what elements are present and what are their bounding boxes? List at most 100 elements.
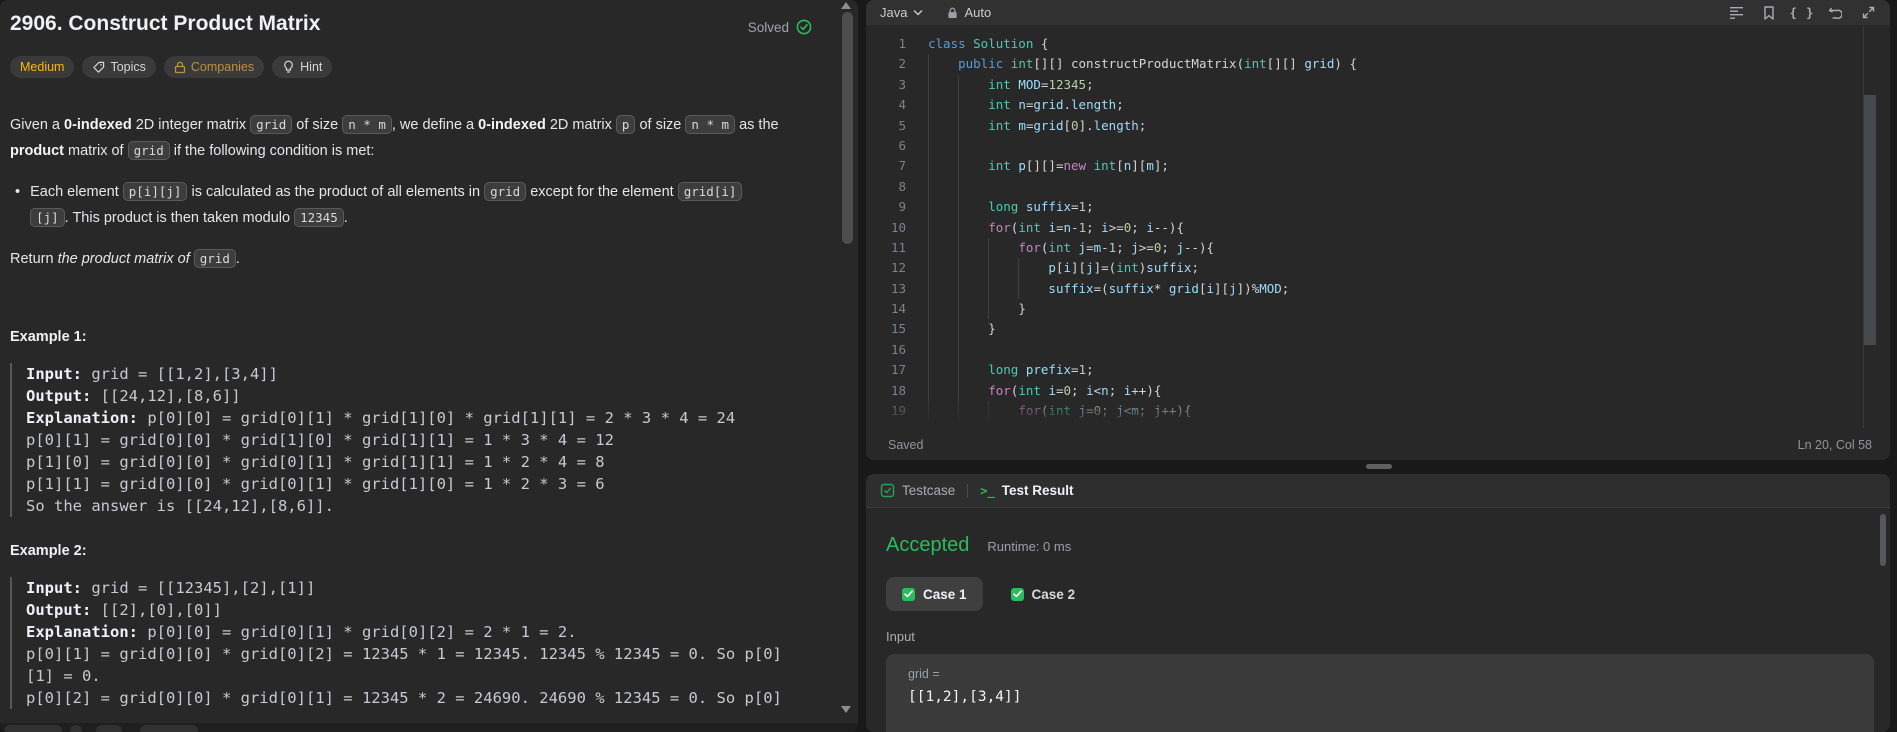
- lightbulb-icon: [282, 60, 295, 74]
- example-heading: Example 2:: [10, 543, 87, 559]
- indent-guide: [928, 237, 929, 259]
- badge-row: Medium Topics Companies Hint: [10, 56, 333, 78]
- tab-test-result[interactable]: >_ Test Result: [980, 483, 1073, 498]
- line-number: 4: [898, 97, 906, 113]
- code-line: 9 long suffix=1;: [866, 197, 1890, 218]
- line-number: 1: [898, 36, 906, 51]
- line-number: 2: [898, 56, 906, 72]
- code-line: 13 suffix=(suffix* grid[i][j])%MOD;: [866, 278, 1890, 300]
- testcase-check-icon: [880, 483, 895, 498]
- code-area[interactable]: 1 class Solution { 2 public int[][] constr…: [866, 34, 1890, 422]
- line-number: 14: [890, 301, 906, 317]
- code-text: long suffix=1;: [928, 197, 1094, 218]
- test-panel-scrollbar-thumb[interactable]: [1880, 514, 1886, 566]
- bottom-bar-button[interactable]: [96, 725, 122, 732]
- case-button-2[interactable]: Case 2: [995, 577, 1092, 611]
- code-line: 2 public int[][] constructProductMatrix(…: [866, 54, 1890, 75]
- line-number: 7: [898, 158, 906, 174]
- expand-icon[interactable]: [1860, 5, 1876, 21]
- scrollbar-up-arrow[interactable]: [841, 2, 851, 9]
- indent-guide: [928, 156, 929, 177]
- editor-scrollbar-thumb[interactable]: [1864, 95, 1876, 345]
- input-label: Input: [886, 629, 915, 644]
- input-box[interactable]: grid = [[1,2],[3,4]]: [886, 654, 1874, 732]
- problem-scrollbar-thumb[interactable]: [842, 12, 853, 244]
- code-editor-panel: Java Auto {} 1 class Solution {2 publi…: [866, 0, 1890, 460]
- test-result-body: Accepted Runtime: 0 ms Case 1 Case 2 Inpu…: [866, 508, 1890, 732]
- companies-label: Companies: [190, 60, 255, 74]
- hint-button[interactable]: Hint: [272, 56, 333, 78]
- solved-label: Solved: [747, 19, 789, 35]
- examples-section: Example 1: Input: grid = [[1,2],[3,4]] Ou…: [10, 329, 850, 709]
- line-number: 17: [890, 362, 906, 378]
- code-line: 12 p[i][j]=(int)suffix;: [866, 258, 1890, 279]
- indent-guide: [958, 278, 960, 300]
- indent-guide: [958, 95, 960, 116]
- bottom-bar-button[interactable]: [140, 725, 198, 732]
- code-line: 3 int MOD=12345;: [866, 74, 1890, 96]
- code-line: 1 class Solution {: [866, 34, 1890, 54]
- code-text: for(int i=n-1; i>=0; i--){: [928, 217, 1184, 238]
- panel-resize-handle[interactable]: [1366, 464, 1392, 469]
- code-text: class Solution {: [928, 36, 1049, 51]
- tab-testcase-label: Testcase: [902, 483, 956, 498]
- undo-icon[interactable]: [1827, 5, 1843, 21]
- inline-code-chip: grid: [127, 141, 170, 160]
- line-number: 9: [898, 199, 906, 215]
- line-number: 8: [898, 178, 906, 194]
- code-line: 15 }: [866, 319, 1890, 340]
- code-line: 16: [866, 339, 1890, 361]
- difficulty-label: Medium: [20, 60, 65, 74]
- tab-divider: [967, 483, 969, 498]
- editor-toolbar: Java Auto {}: [866, 0, 1890, 25]
- bottom-bar-button[interactable]: [70, 725, 82, 732]
- tab-test-result-label: Test Result: [1001, 483, 1074, 498]
- code-text: int p[][]=new int[n][m];: [928, 156, 1169, 177]
- runtime-info: Runtime: 0 ms: [987, 539, 1072, 554]
- tab-testcase[interactable]: Testcase: [880, 483, 955, 498]
- companies-button[interactable]: Companies: [163, 56, 265, 78]
- indent-guide: [958, 339, 960, 361]
- bottom-bar: [0, 723, 858, 732]
- line-number: 3: [898, 76, 906, 92]
- inline-code-chip: grid: [484, 182, 527, 201]
- condition-text: Each element p[i][j] is calculated as th…: [30, 179, 850, 231]
- case-passed-icon: [1010, 587, 1024, 601]
- saved-status: Saved: [888, 438, 924, 452]
- condition-bullet: • Each element p[i][j] is calculated as …: [10, 179, 850, 231]
- scrollbar-down-arrow[interactable]: [841, 706, 851, 713]
- indent-guide: [958, 360, 960, 381]
- indent-guide: [988, 299, 990, 320]
- indent-guide: [928, 339, 929, 361]
- example-block: Input: grid = [[1,2],[3,4]] Output: [[24…: [10, 363, 850, 517]
- case-button-1[interactable]: Case 1: [886, 577, 983, 611]
- bottom-bar-button[interactable]: [4, 725, 62, 732]
- topics-button[interactable]: Topics: [82, 56, 156, 78]
- indent-guide: [958, 197, 960, 218]
- format-code-icon[interactable]: [1728, 5, 1744, 21]
- indent-guide: [928, 360, 929, 381]
- solved-status: Solved: [748, 19, 812, 35]
- editor-statusbar: Saved Ln 20, Col 58: [866, 430, 1890, 460]
- test-panel-tabs: Testcase >_ Test Result: [866, 474, 1890, 508]
- indent-guide: [928, 299, 929, 320]
- code-text: [928, 176, 988, 198]
- indent-guide: [958, 115, 960, 136]
- input-value: [[1,2],[3,4]]: [908, 689, 1022, 705]
- inline-code-chip: grid: [193, 249, 236, 268]
- editor-actions: { }: [1728, 5, 1876, 21]
- auto-toggle[interactable]: Auto: [947, 5, 991, 20]
- indent-guide: [928, 115, 929, 136]
- inline-code-chip: n * m: [342, 115, 392, 134]
- code-text: for(int j=m-1; j>=0; j--){: [928, 237, 1214, 259]
- language-selector[interactable]: Java: [880, 5, 923, 20]
- code-text: int MOD=12345;: [928, 74, 1094, 96]
- bookmark-icon[interactable]: [1761, 5, 1777, 21]
- indent-guide: [988, 258, 990, 279]
- cursor-position[interactable]: Ln 20, Col 58: [1798, 438, 1872, 452]
- braces-icon[interactable]: { }: [1790, 5, 1814, 21]
- indent-guide: [928, 319, 929, 340]
- indent-guide: [958, 299, 960, 320]
- difficulty-badge[interactable]: Medium: [10, 56, 75, 78]
- indent-guide: [958, 237, 960, 259]
